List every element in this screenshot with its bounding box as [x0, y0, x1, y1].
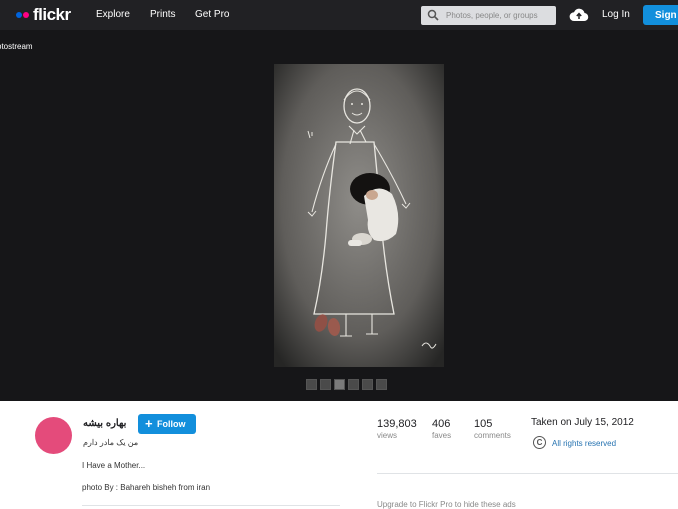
signup-button[interactable]: Sign Up — [643, 5, 678, 25]
photo-viewer: otostream — [0, 30, 678, 401]
avatar[interactable] — [35, 417, 72, 454]
chalk-drawing-photo — [274, 64, 444, 367]
author-name[interactable]: بهاره بیشه — [83, 418, 126, 429]
nav-explore[interactable]: Explore — [96, 9, 130, 20]
search-icon — [427, 9, 439, 21]
divider — [82, 505, 340, 506]
main-photo[interactable] — [274, 64, 444, 367]
back-to-photostream-link[interactable]: otostream — [0, 42, 33, 51]
photo-info-panel: بهاره بیشه + Follow من یک مادر دارم I Ha… — [0, 401, 678, 509]
comments-count: 105 — [474, 418, 493, 430]
photo-title: من یک مادر دارم — [83, 438, 139, 447]
logo-text: flickr — [33, 5, 71, 24]
plus-icon: + — [145, 416, 153, 431]
filmstrip-thumb-current[interactable] — [334, 379, 345, 390]
follow-label: Follow — [157, 419, 186, 429]
logo-blue-dot — [16, 12, 22, 18]
photo-filmstrip — [306, 379, 387, 390]
upload-cloud-icon[interactable] — [569, 7, 589, 23]
copyright-icon: C — [533, 436, 546, 449]
views-label: views — [377, 431, 398, 440]
taken-date[interactable]: Taken on July 15, 2012 — [531, 417, 634, 428]
license-link[interactable]: All rights reserved — [552, 439, 616, 448]
photo-description-line1: I Have a Mother... — [82, 461, 146, 470]
filmstrip-thumb[interactable] — [348, 379, 359, 390]
views-count: 139,803 — [377, 418, 417, 430]
photo-description-line2: photo By : Bahareh bisheh from iran — [82, 483, 211, 492]
upgrade-ads-text[interactable]: Upgrade to Flickr Pro to hide these ads — [377, 500, 516, 509]
follow-button[interactable]: + Follow — [138, 414, 196, 434]
stat-views: 139,803 views — [377, 418, 417, 440]
faves-count: 406 — [432, 418, 451, 430]
stat-comments[interactable]: 105 comments — [474, 418, 511, 440]
faves-label: faves — [432, 431, 452, 440]
top-nav: flickr Explore Prints Get Pro Photos, pe… — [0, 0, 678, 30]
login-link[interactable]: Log In — [602, 9, 630, 20]
divider — [377, 473, 678, 474]
search-box[interactable]: Photos, people, or groups — [421, 6, 556, 25]
stat-faves[interactable]: 406 faves — [432, 418, 451, 440]
flickr-logo[interactable]: flickr — [16, 5, 71, 24]
filmstrip-thumb[interactable] — [362, 379, 373, 390]
filmstrip-thumb[interactable] — [306, 379, 317, 390]
comments-label: comments — [474, 431, 511, 440]
nav-get-pro[interactable]: Get Pro — [195, 9, 229, 20]
filmstrip-thumb[interactable] — [320, 379, 331, 390]
nav-prints[interactable]: Prints — [150, 9, 176, 20]
search-input[interactable]: Photos, people, or groups — [446, 11, 538, 20]
logo-pink-dot — [23, 12, 29, 18]
filmstrip-thumb[interactable] — [376, 379, 387, 390]
